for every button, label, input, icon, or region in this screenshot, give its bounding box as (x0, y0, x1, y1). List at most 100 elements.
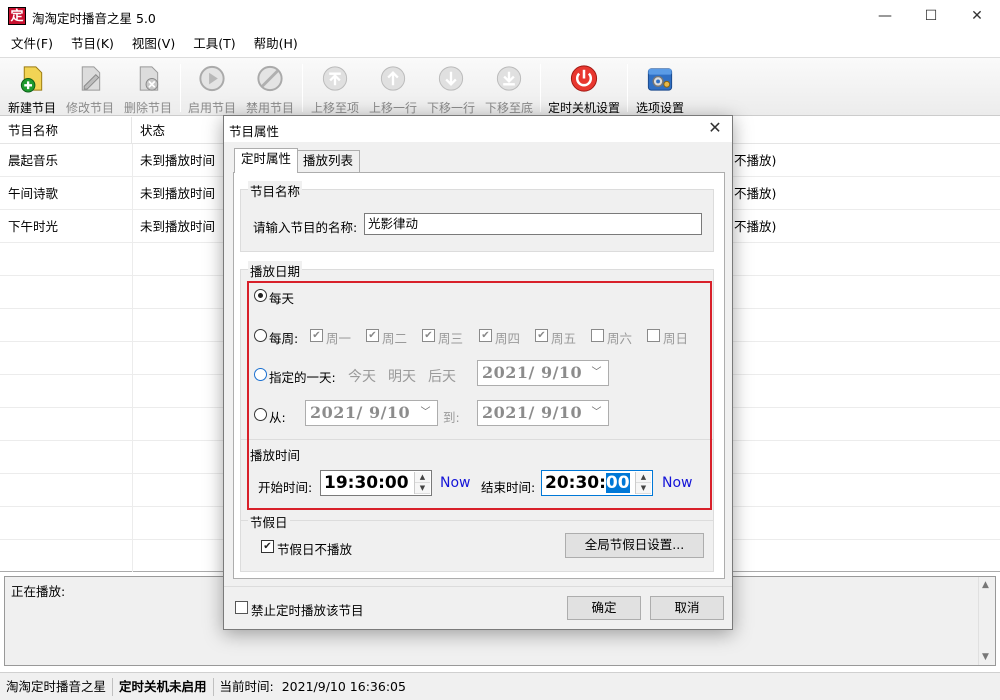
arrow-down-icon (438, 66, 464, 91)
status-time: 当前时间: 2021/9/10 16:36:05 (214, 678, 412, 696)
scroll-down-icon[interactable]: ▼ (982, 652, 989, 662)
check-disable-program[interactable] (235, 601, 248, 614)
row-status: 未到播放时间 (140, 186, 216, 201)
enable-program-button[interactable]: 启用节目 (186, 61, 238, 116)
to-date-value: 2021/ 9/10 (482, 403, 583, 422)
row-name: 下午时光 (8, 219, 59, 234)
end-time-input[interactable]: 20:30:00 ▲ ▼ (541, 470, 653, 496)
row-tail: 不播放) (734, 219, 777, 234)
check-tue[interactable] (366, 329, 379, 342)
program-name-input[interactable]: 光影律动 (364, 213, 702, 235)
dialog-close-icon[interactable]: ✕ (704, 118, 726, 137)
play-icon (199, 65, 225, 92)
end-now-link[interactable]: Now (662, 475, 693, 491)
move-bottom-label: 下移至底 (484, 101, 533, 115)
close-button[interactable]: ✕ (954, 0, 1000, 32)
daily-label: 每天 (269, 291, 295, 306)
minimize-button[interactable]: — (862, 0, 908, 32)
tomorrow-link[interactable]: 明天 (388, 366, 416, 386)
radio-weekly[interactable] (254, 329, 267, 342)
menu-bar: 文件(F) 节目(K) 视图(V) 工具(T) 帮助(H) (0, 32, 1000, 56)
sat-label: 周六 (607, 331, 633, 346)
specific-date-picker[interactable]: 2021/ 9/10 ﹀ (477, 360, 609, 386)
scroll-up-icon[interactable]: ▲ (982, 580, 989, 590)
maximize-button[interactable]: ☐ (908, 0, 954, 32)
radio-range[interactable] (254, 408, 267, 421)
check-fri[interactable] (535, 329, 548, 342)
radio-daily[interactable] (254, 289, 267, 302)
delete-program-icon (139, 66, 159, 91)
check-mon[interactable] (310, 329, 323, 342)
tab-playlist[interactable]: 播放列表 (296, 150, 361, 172)
now-playing-scrollbar[interactable]: ▲ ▼ (978, 577, 995, 665)
check-sat[interactable] (591, 329, 604, 342)
shutdown-settings-button[interactable]: 定时关机设置 (546, 61, 622, 116)
specific-date-value: 2021/ 9/10 (482, 363, 583, 382)
check-wed[interactable] (422, 329, 435, 342)
toolbar-separator (302, 64, 303, 112)
end-time-spinner[interactable]: ▲ ▼ (635, 472, 651, 494)
start-now-link[interactable]: Now (440, 475, 471, 491)
move-top-label: 上移至项 (310, 101, 359, 115)
name-label: 请输入节目的名称: (253, 220, 358, 235)
start-time-spinner[interactable]: ▲ ▼ (414, 472, 430, 494)
end-time-value: 20:30: (545, 473, 606, 493)
to-label: 到: (443, 410, 460, 425)
mon-label: 周一 (326, 331, 352, 346)
disable-program-button[interactable]: 禁用节目 (244, 61, 296, 116)
dialog-title: 节目属性 (229, 124, 280, 139)
delete-program-button[interactable]: 删除节目 (122, 61, 174, 116)
menu-view[interactable]: 视图(V) (123, 32, 184, 56)
check-holiday-no-play[interactable] (261, 540, 274, 553)
spin-up-icon[interactable]: ▲ (636, 472, 651, 483)
ok-button[interactable]: 确定 (567, 596, 641, 620)
new-program-icon (20, 66, 43, 93)
edit-program-icon (81, 66, 101, 91)
disable-program-label: 禁止定时播放该节目 (251, 603, 364, 618)
new-program-button[interactable]: 新建节目 (6, 61, 58, 116)
spin-down-icon[interactable]: ▼ (415, 483, 430, 494)
today-link[interactable]: 今天 (348, 366, 376, 386)
toolbar-separator (540, 64, 541, 112)
edit-program-button[interactable]: 修改节目 (64, 61, 116, 116)
window-title: 淘淘定时播音之星 5.0 (32, 11, 156, 26)
menu-file[interactable]: 文件(F) (2, 32, 62, 56)
check-sun[interactable] (647, 329, 660, 342)
power-icon (570, 65, 598, 92)
move-down-button[interactable]: 下移一行 (424, 61, 478, 116)
delete-program-label: 删除节目 (123, 101, 172, 115)
row-name: 晨起音乐 (8, 153, 59, 168)
spin-up-icon[interactable]: ▲ (415, 472, 430, 483)
row-tail: 不播放) (734, 186, 777, 201)
end-time-selected: 00 (605, 473, 630, 493)
start-time-value: 19:30:00 (324, 473, 409, 493)
program-properties-dialog: 节目属性 ✕ 定时属性 播放列表 节目名称 请输入节目的名称: 光影律动 播放日… (223, 115, 733, 630)
menu-program[interactable]: 节目(K) (62, 32, 123, 56)
radio-specific-day[interactable] (254, 368, 267, 381)
name-group-title: 节目名称 (248, 181, 303, 200)
from-date-picker[interactable]: 2021/ 9/10 ﹀ (305, 400, 438, 426)
tab-schedule[interactable]: 定时属性 (234, 148, 299, 173)
to-date-picker[interactable]: 2021/ 9/10 ﹀ (477, 400, 609, 426)
spin-down-icon[interactable]: ▼ (636, 483, 651, 494)
menu-help[interactable]: 帮助(H) (245, 32, 307, 56)
sun-label: 周日 (663, 331, 689, 346)
enable-program-label: 启用节目 (187, 101, 236, 115)
move-top-button[interactable]: 上移至项 (308, 61, 362, 116)
edit-program-label: 修改节目 (65, 101, 114, 115)
options-button[interactable]: 选项设置 (632, 61, 688, 116)
move-bottom-button[interactable]: 下移至底 (482, 61, 536, 116)
menu-tools[interactable]: 工具(T) (184, 32, 244, 56)
schedule-panel: 节目名称 请输入节目的名称: 光影律动 播放日期 每天 每周: 周一 周二 周三… (233, 172, 725, 579)
divider (241, 439, 713, 440)
start-time-input[interactable]: 19:30:00 ▲ ▼ (320, 470, 432, 496)
status-time-value: 2021/9/10 16:36:05 (281, 678, 406, 694)
holiday-settings-button[interactable]: 全局节假日设置... (565, 533, 704, 558)
day-after-link[interactable]: 后天 (428, 366, 456, 386)
move-up-button[interactable]: 上移一行 (366, 61, 420, 116)
check-thu[interactable] (479, 329, 492, 342)
column-name[interactable]: 节目名称 (0, 117, 132, 144)
row-name: 午间诗歌 (8, 186, 59, 201)
status-shutdown: 定时关机未启用 (113, 677, 214, 696)
cancel-button[interactable]: 取消 (650, 596, 724, 620)
